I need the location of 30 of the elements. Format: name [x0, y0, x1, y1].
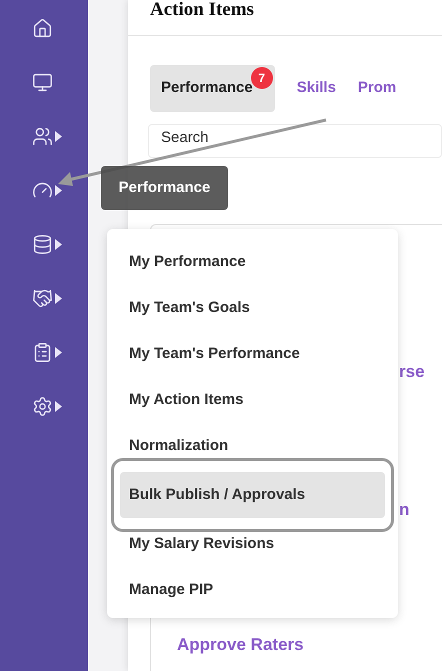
- caret-icon: [55, 292, 62, 304]
- tooltip: Performance: [101, 166, 228, 210]
- database-icon[interactable]: [32, 234, 53, 254]
- menu-item[interactable]: My Team's Performance: [120, 331, 385, 377]
- search-field[interactable]: Search: [148, 124, 442, 158]
- link[interactable]: n: [399, 496, 442, 522]
- menu-item[interactable]: My Action Items: [120, 377, 385, 423]
- caret-icon: [55, 400, 62, 412]
- settings-icon[interactable]: [32, 396, 53, 416]
- link[interactable]: Approve Raters: [177, 632, 304, 658]
- caret-icon: [55, 130, 62, 142]
- handshake-icon[interactable]: [32, 288, 53, 308]
- menu-item[interactable]: Manage PIP: [120, 567, 385, 613]
- clipboard-icon[interactable]: [32, 342, 53, 362]
- users-icon[interactable]: [32, 126, 53, 146]
- menu-item[interactable]: My Salary Revisions: [120, 521, 385, 567]
- tab[interactable]: Performance 7: [150, 65, 275, 112]
- monitor-icon[interactable]: [32, 72, 53, 92]
- tab[interactable]: Prom: [358, 65, 396, 112]
- caret-icon: [55, 238, 62, 250]
- caret-icon: [55, 184, 62, 196]
- menu-item[interactable]: Bulk Publish / Approvals: [120, 472, 385, 518]
- menu-item[interactable]: My Team's Goals: [120, 285, 385, 331]
- page-title: Action Items: [150, 0, 254, 20]
- menu-item[interactable]: Normalization: [120, 423, 385, 469]
- caret-icon: [55, 346, 62, 358]
- menu-item[interactable]: My Performance: [120, 239, 385, 285]
- home-icon[interactable]: [32, 18, 53, 38]
- link[interactable]: rse: [399, 359, 442, 384]
- tab[interactable]: Skills: [296, 65, 336, 112]
